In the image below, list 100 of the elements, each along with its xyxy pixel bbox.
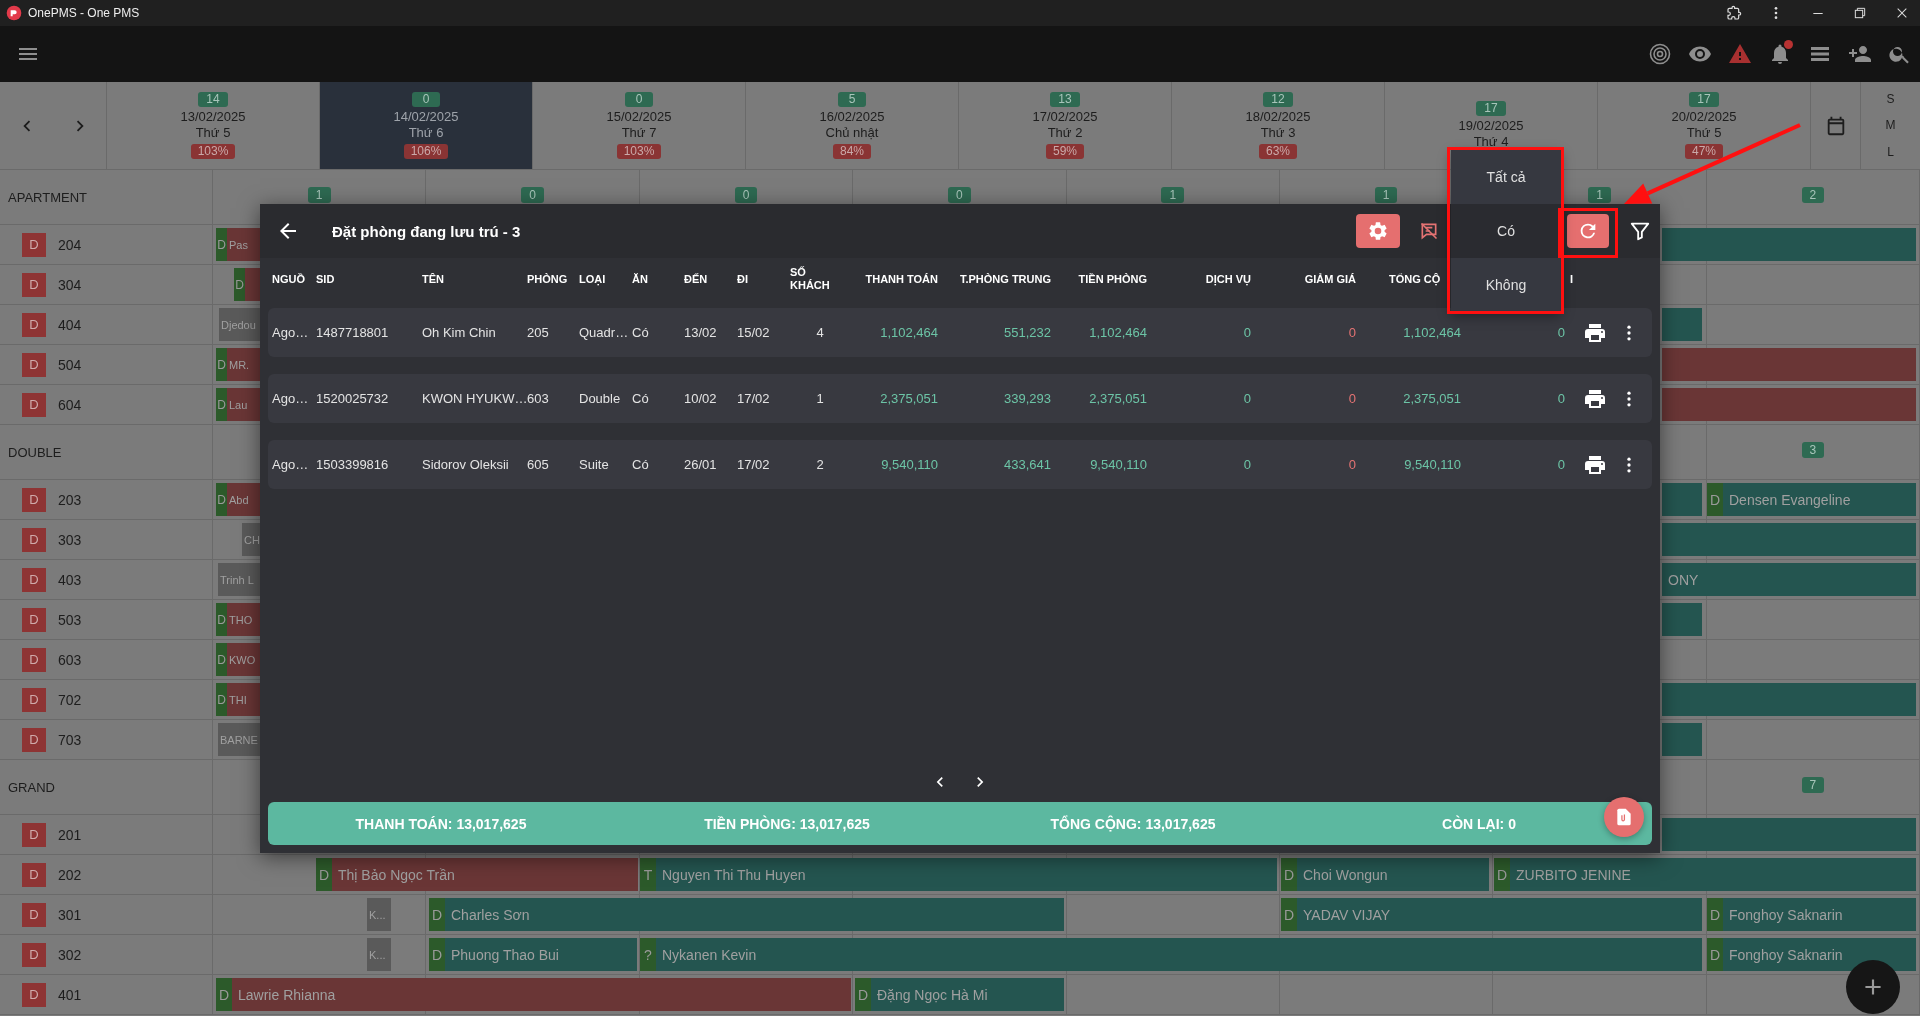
count-badge: 0 xyxy=(734,187,758,203)
table-cell: 0 xyxy=(1243,457,1251,472)
table-row[interactable]: Ago… 1487718801 Oh Kim Chin 205 Quadr… Có 13/02 15/02 4 1,102,464 551,232 1,102,464 0 0 1,102,464 0 xyxy=(268,308,1652,357)
column-header: NGUỒ xyxy=(272,272,305,286)
status-tag: D xyxy=(216,348,227,381)
table-cell-text: 10/02 xyxy=(684,391,718,406)
size-option[interactable]: S xyxy=(1886,92,1895,107)
count-badge: 1 xyxy=(1374,187,1398,203)
weekday-label: Thứ 7 xyxy=(621,125,657,141)
group-label: DOUBLE xyxy=(0,425,213,479)
count-badge: 1 xyxy=(1161,187,1185,203)
booking-bar[interactable]: D Fonghoy Saknarin xyxy=(1707,898,1916,931)
booking-bar[interactable]: Trinh L xyxy=(218,563,260,596)
guest-name: ZURBITO JENINE xyxy=(1515,866,1631,883)
status-tag: D xyxy=(429,938,445,971)
booking-bar[interactable]: D xyxy=(234,268,260,301)
status-badge: D xyxy=(22,567,46,592)
booking-bar[interactable]: Djedou xyxy=(219,308,260,341)
day-column-header[interactable]: 5 16/02/2025 Chủ nhật 84% xyxy=(746,82,959,169)
size-option[interactable]: M xyxy=(1885,118,1896,133)
booking-bar[interactable]: D THI xyxy=(216,683,260,716)
booking-bar[interactable]: D Fonghoy Saknarin xyxy=(1707,938,1916,971)
warning-icon[interactable] xyxy=(1728,42,1752,66)
status-badge: D xyxy=(22,982,46,1007)
booking-bar[interactable]: D Charles Sơn xyxy=(429,898,1064,931)
table-row[interactable]: Ago… 1503399816 Sidorov Oleksii 605 Suite Có 26/01 17/02 2 9,540,110 433,641 9,540,110 0 0 9,540,110 0 xyxy=(268,440,1652,489)
refresh-button[interactable] xyxy=(1567,214,1609,248)
column-header: T.PHÒNG TRUNG xyxy=(959,272,1051,286)
booking-bar[interactable]: ? Nykanen Kevin xyxy=(640,938,1702,971)
table-row[interactable]: Ago… 1520025732 KWON HYUKW…603 Double Có 10/02 17/02 1 2,375,051 339,293 2,375,051 0 0 2,375,051 0 xyxy=(268,374,1652,423)
table-cell-text: 1487718801 xyxy=(316,325,390,340)
attachment-button[interactable] xyxy=(1604,797,1644,837)
guest-name: Djedou xyxy=(220,318,256,331)
booking-bar[interactable]: D Lau xyxy=(216,388,260,421)
day-column-header[interactable]: 0 15/02/2025 Thứ 7 103% xyxy=(533,82,746,169)
count-badge: 5 xyxy=(838,92,866,107)
booking-bar[interactable]: D Đặng Ngọc Hà Mi xyxy=(855,978,1064,1011)
window-title: OnePMS - One PMS xyxy=(28,6,140,20)
status-badge: D xyxy=(22,687,46,712)
booking-bar[interactable]: K... xyxy=(367,898,391,931)
status-tag: D xyxy=(216,228,227,261)
column-header: LOẠI xyxy=(579,272,606,286)
booking-bar[interactable]: K... xyxy=(367,938,391,971)
guest-name: Trinh L xyxy=(219,573,254,586)
status-tag: D xyxy=(216,978,232,1011)
booking-bar[interactable]: D Thị Bảo Ngọc Trần xyxy=(316,858,638,891)
guest-name: Charles Sơn xyxy=(450,906,530,923)
status-badge: D xyxy=(22,727,46,752)
booking-bar[interactable]: D Choi Wongun xyxy=(1281,858,1489,891)
menu-item[interactable]: Có xyxy=(1451,204,1561,258)
day-column-header[interactable]: 0 14/02/2025 Thứ 6 106% xyxy=(320,82,533,169)
day-column-header[interactable]: 17 20/02/2025 Thứ 5 47% xyxy=(1598,82,1811,169)
booking-bar[interactable]: D Lawrie Rhianna xyxy=(216,978,851,1011)
count-badge: 0 xyxy=(625,92,653,107)
occupancy-badge: 103% xyxy=(616,144,662,159)
puzzle-icon[interactable] xyxy=(1726,5,1742,21)
count-badge: 3 xyxy=(1801,442,1825,458)
add-button[interactable] xyxy=(1846,960,1900,1014)
column-header: TỔNG CỘ xyxy=(1389,272,1441,286)
booking-bar[interactable]: ONY xyxy=(1662,563,1916,596)
filter-icon[interactable] xyxy=(1629,220,1651,242)
table-cell-text: Sidorov Oleksii xyxy=(422,457,510,472)
table-cell-text: 17/02 xyxy=(737,457,771,472)
booking-bar[interactable]: D YADAV VIJAY xyxy=(1281,898,1702,931)
column-header: ĐẾN xyxy=(684,272,708,286)
room-number: 504 xyxy=(58,356,82,373)
booking-bar[interactable]: BARNE xyxy=(218,723,260,756)
day-column-header[interactable]: 13 17/02/2025 Thứ 2 59% xyxy=(959,82,1172,169)
settings-icon xyxy=(1367,220,1389,242)
status-tag: D xyxy=(1707,483,1723,516)
table-cell: 339,293 xyxy=(1004,391,1051,406)
booking-bar[interactable]: CH xyxy=(242,523,260,556)
table-cell: 4 xyxy=(816,325,824,340)
table-cell-text: 205 xyxy=(527,325,550,340)
status-tag: D xyxy=(1494,858,1510,891)
column-header: DỊCH VỤ xyxy=(1205,272,1251,286)
column-header: GIẢM GIÁ xyxy=(1304,272,1356,286)
guest-name: YADAV VIJAY xyxy=(1302,906,1391,923)
booking-bar[interactable]: T Nguyen Thi Thu Huyen xyxy=(640,858,1277,891)
booking-bar[interactable]: D Densen Evangeline xyxy=(1707,483,1916,516)
table-cell: 2 xyxy=(816,457,824,472)
message-off-icon[interactable] xyxy=(1419,221,1439,241)
day-column-header[interactable]: 12 18/02/2025 Thứ 3 63% xyxy=(1172,82,1385,169)
room-number: 403 xyxy=(58,571,82,588)
booking-bar[interactable]: D MR. xyxy=(216,348,260,381)
booking-bar[interactable]: D Phuong Thao Bui xyxy=(429,938,637,971)
booking-bar[interactable]: D KWO xyxy=(216,643,260,676)
column-header: THANH TOÁN xyxy=(865,272,938,286)
status-badge: D xyxy=(22,862,46,887)
settings-button[interactable] xyxy=(1356,214,1400,248)
day-column-header[interactable]: 14 13/02/2025 Thứ 5 103% xyxy=(107,82,320,169)
booking-bar[interactable]: D THO xyxy=(216,603,260,636)
size-option[interactable]: L xyxy=(1887,144,1894,159)
booking-bar[interactable]: D ZURBITO JENINE xyxy=(1494,858,1916,891)
target-icon[interactable] xyxy=(1648,42,1672,66)
room-number: 703 xyxy=(58,731,82,748)
booking-bar[interactable]: D Abd xyxy=(216,483,260,516)
booking-bar[interactable]: D Pas xyxy=(216,228,260,261)
restore-icon[interactable] xyxy=(1852,5,1868,21)
table-cell: 1 xyxy=(816,391,824,406)
